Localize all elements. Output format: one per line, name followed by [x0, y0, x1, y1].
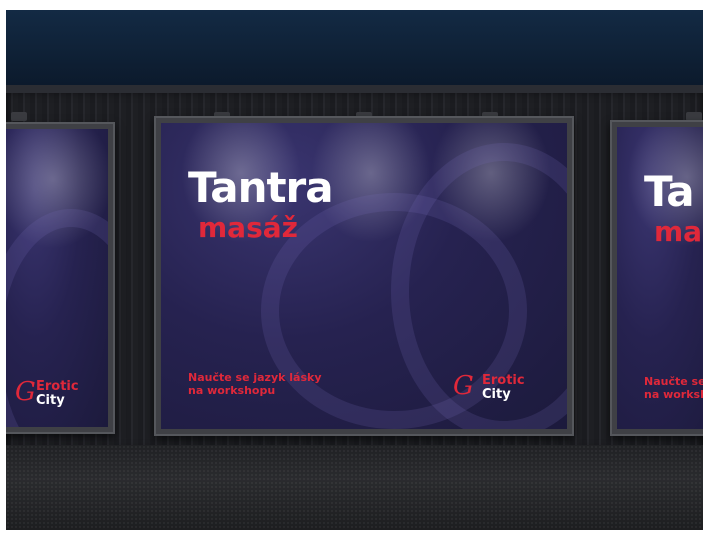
poster-subtitle: masáž: [198, 211, 298, 244]
center-billboard: Tantra masáž Naučte se jazyk lásky na wo…: [154, 116, 574, 436]
erotic-city-logo-icon: G: [453, 371, 474, 401]
right-poster-subtitle: ma: [654, 215, 703, 248]
poster-title: Tantra: [188, 163, 334, 212]
wall-top-edge: [6, 85, 703, 93]
logo-word-erotic: Erotic: [482, 373, 525, 388]
logo-word-city: City: [482, 387, 511, 402]
left-poster: G Erotic City: [6, 129, 108, 427]
spotlight-icon: [11, 112, 27, 121]
right-billboard: Ta ma Naučte se na worksh: [610, 120, 703, 436]
poster-tagline: Naučte se jazyk lásky na workshopu: [188, 371, 322, 397]
left-billboard: G Erotic City: [6, 122, 115, 434]
pavement: [6, 445, 703, 530]
right-poster-tagline: Naučte se na worksh: [644, 375, 703, 401]
billboard-scene: G Erotic City Tantra masáž Naučte se jaz…: [6, 10, 703, 530]
logo-word-erotic: Erotic: [36, 379, 79, 394]
center-poster: Tantra masáž Naučte se jazyk lásky na wo…: [161, 123, 567, 429]
erotic-city-logo-icon: G: [15, 377, 36, 407]
night-sky: [6, 10, 703, 85]
logo-word-city: City: [36, 393, 65, 408]
right-poster: Ta ma Naučte se na worksh: [617, 127, 703, 429]
right-poster-title: Ta: [644, 167, 695, 216]
